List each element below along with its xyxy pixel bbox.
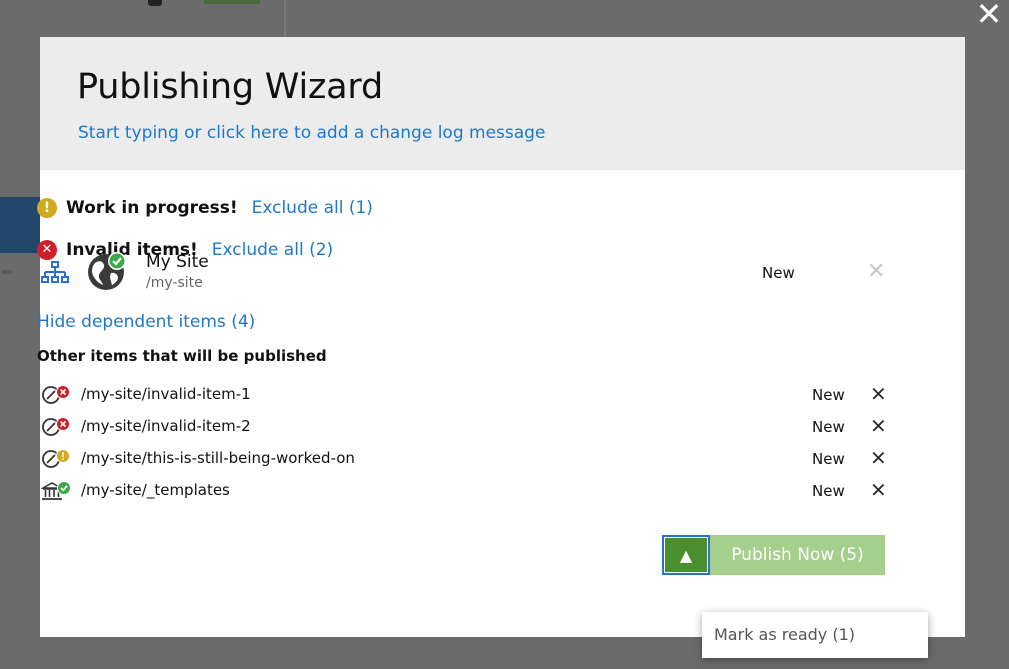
- globe-icon: [88, 252, 126, 290]
- change-log-input[interactable]: Start typing or click here to add a chan…: [78, 123, 545, 143]
- background-element: [204, 0, 260, 4]
- site-status: New: [762, 264, 795, 282]
- remove-item-button[interactable]: ✕: [870, 383, 887, 405]
- invalid-item-icon: [42, 385, 70, 404]
- list-item: /my-site/invalid-item-2 New ✕: [41, 415, 887, 447]
- publish-options-toggle-button[interactable]: ▲: [662, 535, 710, 575]
- wip-item-icon: [42, 449, 70, 468]
- dialog-header: Publishing Wizard Start typing or click …: [40, 37, 965, 170]
- publish-options-menu: Mark as ready (1): [702, 612, 928, 658]
- publish-button-group: ▲ Publish Now (5): [662, 535, 885, 575]
- other-items-heading: Other items that will be published: [37, 347, 327, 365]
- item-status: New: [812, 482, 845, 500]
- item-path: /my-site/_templates: [81, 481, 230, 499]
- warning-label: Work in progress!: [66, 198, 238, 218]
- item-status: New: [812, 386, 845, 404]
- background-element: [2, 270, 12, 274]
- mark-as-ready-menu-item[interactable]: Mark as ready (1): [702, 612, 928, 658]
- item-path: /my-site/this-is-still-being-worked-on: [81, 449, 355, 467]
- background-selected-item: [0, 197, 40, 253]
- exclude-all-wip-link[interactable]: Exclude all (1): [252, 198, 373, 218]
- item-status: New: [812, 450, 845, 468]
- item-path: /my-site/invalid-item-2: [81, 417, 251, 435]
- remove-item-button[interactable]: ✕: [870, 479, 887, 501]
- close-icon[interactable]: ✕: [973, 0, 1005, 32]
- background-divider: [284, 0, 286, 37]
- work-in-progress-warning: ! Work in progress! Exclude all (1): [37, 196, 373, 220]
- caret-up-icon: ▲: [665, 538, 707, 572]
- site-name: My Site: [146, 252, 209, 272]
- remove-site-button[interactable]: ✕: [867, 260, 885, 284]
- hide-dependent-items-link[interactable]: Hide dependent items (4): [37, 312, 255, 332]
- publish-now-button[interactable]: Publish Now (5): [710, 535, 885, 575]
- site-path: /my-site: [146, 275, 203, 291]
- remove-item-button[interactable]: ✕: [870, 415, 887, 437]
- dependent-items-list: /my-site/invalid-item-1 New ✕ /my-site/i…: [41, 383, 887, 511]
- list-item: /my-site/_templates New ✕: [41, 479, 887, 511]
- remove-item-button[interactable]: ✕: [870, 447, 887, 469]
- background-element: [148, 0, 162, 6]
- list-item: /my-site/invalid-item-1 New ✕: [41, 383, 887, 415]
- list-item: /my-site/this-is-still-being-worked-on N…: [41, 447, 887, 479]
- templates-icon: [41, 481, 71, 500]
- sitemap-icon[interactable]: [41, 260, 69, 286]
- warning-icon: !: [37, 198, 57, 218]
- item-path: /my-site/invalid-item-1: [81, 385, 251, 403]
- dialog-title: Publishing Wizard: [77, 67, 383, 107]
- invalid-item-icon: [42, 417, 70, 436]
- site-item-row: My Site /my-site New ✕: [41, 251, 887, 295]
- item-status: New: [812, 418, 845, 436]
